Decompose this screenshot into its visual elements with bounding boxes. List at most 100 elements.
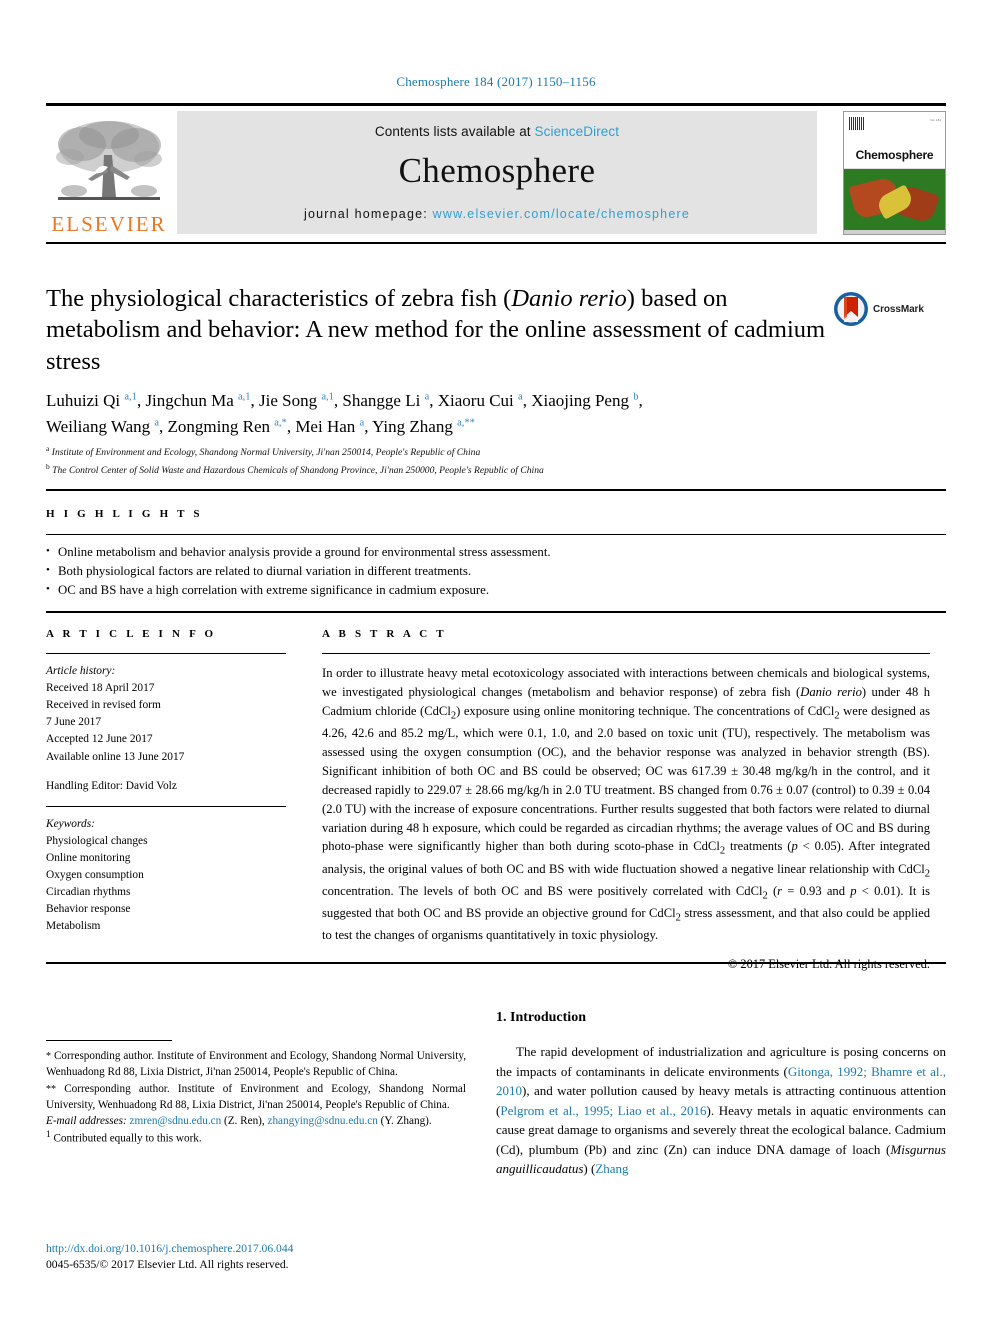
footnote-equal-contribution: 1 Contributed equally to this work.	[46, 1129, 466, 1147]
contents-line: Contents lists available at ScienceDirec…	[177, 111, 817, 139]
citation-link[interactable]: Pelgrom et al., 1995; Liao et al., 2016	[500, 1103, 706, 1118]
keywords-block: Keywords: Physiological changes Online m…	[46, 816, 286, 936]
footnote-rule	[46, 1040, 172, 1041]
elsevier-wordmark: ELSEVIER	[51, 212, 167, 236]
keyword-item: Physiological changes	[46, 834, 148, 847]
list-item: Both physiological factors are related t…	[46, 562, 946, 581]
journal-homepage-link[interactable]: www.elsevier.com/locate/chemosphere	[433, 207, 690, 221]
abstract-section: A B S T R A C T In order to illustrate h…	[322, 628, 930, 972]
footnote-emails: E-mail addresses: zmren@sdnu.edu.cn (Z. …	[46, 1113, 466, 1129]
homepage-label: journal homepage:	[303, 207, 428, 221]
cover-top-panel: Vol. 184 Chemosphere	[844, 112, 945, 170]
keyword-item: Behavior response	[46, 903, 131, 916]
email-attr-zhang: (Y. Zhang).	[380, 1115, 432, 1128]
issn-copyright: 0045-6535/© 2017 Elsevier Ltd. All right…	[46, 1258, 289, 1272]
footnote-corresponding-1-text: Corresponding author. Institute of Envir…	[46, 1050, 466, 1079]
keyword-item: Metabolism	[46, 920, 101, 933]
handling-editor: Handling Editor: David Volz	[46, 779, 177, 792]
introduction-heading: 1. Introduction	[496, 1010, 586, 1025]
article-info-section: A R T I C L E I N F O Article history: R…	[46, 628, 286, 936]
footnote-corresponding-1: * Corresponding author. Institute of Env…	[46, 1048, 466, 1081]
running-head: Chemosphere 184 (2017) 1150–1156	[396, 74, 596, 89]
keywords-label: Keywords:	[46, 817, 95, 830]
abstract-heading: A B S T R A C T	[322, 628, 447, 640]
history-accepted: Accepted 12 June 2017	[46, 733, 153, 746]
footer-doi-block: http://dx.doi.org/10.1016/j.chemosphere.…	[46, 1241, 466, 1274]
article-info-separator	[46, 805, 286, 807]
email-attr-ren: (Z. Ren),	[223, 1115, 265, 1128]
abstract-copyright: © 2017 Elsevier Ltd. All rights reserved…	[727, 957, 930, 972]
doi-link[interactable]: http://dx.doi.org/10.1016/j.chemosphere.…	[46, 1241, 466, 1257]
page-title: The physiological characteristics of zeb…	[46, 283, 836, 377]
affiliation-b-text: The Control Center of Solid Waste and Ha…	[52, 465, 544, 477]
highlights-rule	[46, 534, 946, 535]
introduction-paragraph: The rapid development of industrializati…	[496, 1042, 946, 1179]
footnote-number-marker: 1	[46, 1130, 51, 1141]
highlights-heading: H I G H L I G H T S	[46, 508, 203, 520]
highlights-list: Online metabolism and behavior analysis …	[46, 543, 946, 600]
footnotes-section: * Corresponding author. Institute of Env…	[46, 1040, 466, 1147]
cover-footer-band	[844, 230, 945, 234]
title-species-name: Danio rerio	[511, 285, 627, 312]
journal-title: Chemosphere	[398, 151, 596, 190]
history-received: Received 18 April 2017	[46, 682, 155, 695]
cover-volume-text: Vol. 184	[930, 118, 941, 122]
email-link-ren[interactable]: zmren@sdnu.edu.cn	[129, 1115, 221, 1127]
cover-journal-title: Chemosphere	[855, 148, 934, 163]
crossmark-label: CrossMark	[873, 303, 924, 315]
double-asterisk-marker: **	[46, 1083, 56, 1095]
keyword-item: Online monitoring	[46, 851, 131, 864]
keyword-item: Circadian rhythms	[46, 886, 131, 899]
highlights-top-divider	[46, 489, 946, 491]
article-info-heading: A R T I C L E I N F O	[46, 628, 217, 640]
keyword-item: Oxygen consumption	[46, 869, 144, 882]
footnote-equal-contribution-text: Contributed equally to this work.	[53, 1132, 202, 1145]
list-item: OC and BS have a high correlation with e…	[46, 581, 946, 600]
journal-cover-thumbnail[interactable]: Vol. 184 Chemosphere	[843, 111, 946, 235]
sciencedirect-link[interactable]: ScienceDirect	[535, 124, 620, 139]
affiliation-a: a Institute of Environment and Ecology, …	[46, 444, 481, 459]
crossmark-icon	[834, 292, 868, 326]
affiliation-list: a Institute of Environment and Ecology, …	[46, 443, 846, 479]
title-segment-1: The physiological characteristics of zeb…	[46, 285, 512, 312]
list-item: Online metabolism and behavior analysis …	[46, 543, 946, 562]
author-line-2: Weiliang Wang a, Zongming Ren a,*, Mei H…	[46, 417, 475, 437]
cover-photo	[844, 169, 945, 231]
article-history-block: Article history: Received 18 April 2017 …	[46, 663, 286, 795]
title-block: The physiological characteristics of zeb…	[46, 283, 836, 377]
asterisk-marker: *	[46, 1051, 51, 1062]
article-page: Chemosphere 184 (2017) 1150–1156 ELSEVIE…	[0, 0, 992, 1323]
footnote-corresponding-2: ** Corresponding author. Institute of En…	[46, 1081, 466, 1114]
email-link-zhang[interactable]: zhangying@sdnu.edu.cn	[267, 1115, 377, 1127]
introduction-section: 1. Introduction The rapid development of…	[496, 1010, 946, 1179]
barcode-icon	[849, 117, 864, 130]
abstract-rule	[322, 653, 930, 654]
article-history-label: Article history:	[46, 665, 116, 677]
citation-link[interactable]: Zhang	[595, 1161, 628, 1176]
email-label: E-mail addresses:	[46, 1115, 127, 1128]
highlights-section: H I G H L I G H T S Online metabolism an…	[46, 508, 946, 600]
contents-prefix: Contents lists available at	[374, 124, 531, 139]
journal-banner: Contents lists available at ScienceDirec…	[177, 111, 817, 234]
history-revised-date: 7 June 2017	[46, 716, 102, 729]
author-line-1: Luhuizi Qi a,1, Jingchun Ma a,1, Jie Son…	[46, 391, 643, 410]
intro-text-4: ) (	[583, 1161, 596, 1176]
footnotes-body: * Corresponding author. Institute of Env…	[46, 1048, 466, 1147]
history-revised-label: Received in revised form	[46, 699, 161, 712]
crossmark-badge[interactable]: CrossMark	[833, 288, 943, 330]
abstract-bottom-divider	[46, 962, 946, 964]
journal-homepage-line: journal homepage: www.elsevier.com/locat…	[177, 207, 817, 221]
author-list: Luhuizi Qi a,1, Jingchun Ma a,1, Jie Son…	[46, 388, 846, 441]
history-online: Available online 13 June 2017	[46, 750, 185, 763]
abstract-top-divider	[46, 611, 946, 613]
elsevier-logo: ELSEVIER	[46, 111, 172, 235]
article-info-rule	[46, 653, 286, 654]
abstract-text: In order to illustrate heavy metal ecoto…	[322, 666, 930, 943]
affiliation-a-text: Institute of Environment and Ecology, Sh…	[51, 447, 481, 459]
affiliation-b: b The Control Center of Solid Waste and …	[46, 462, 544, 477]
journal-masthead: ELSEVIER Contents lists available at Sci…	[46, 103, 946, 239]
footnote-corresponding-2-text: Corresponding author. Institute of Envir…	[46, 1082, 466, 1111]
masthead-divider	[46, 242, 946, 244]
elsevier-tree-icon	[56, 121, 162, 200]
